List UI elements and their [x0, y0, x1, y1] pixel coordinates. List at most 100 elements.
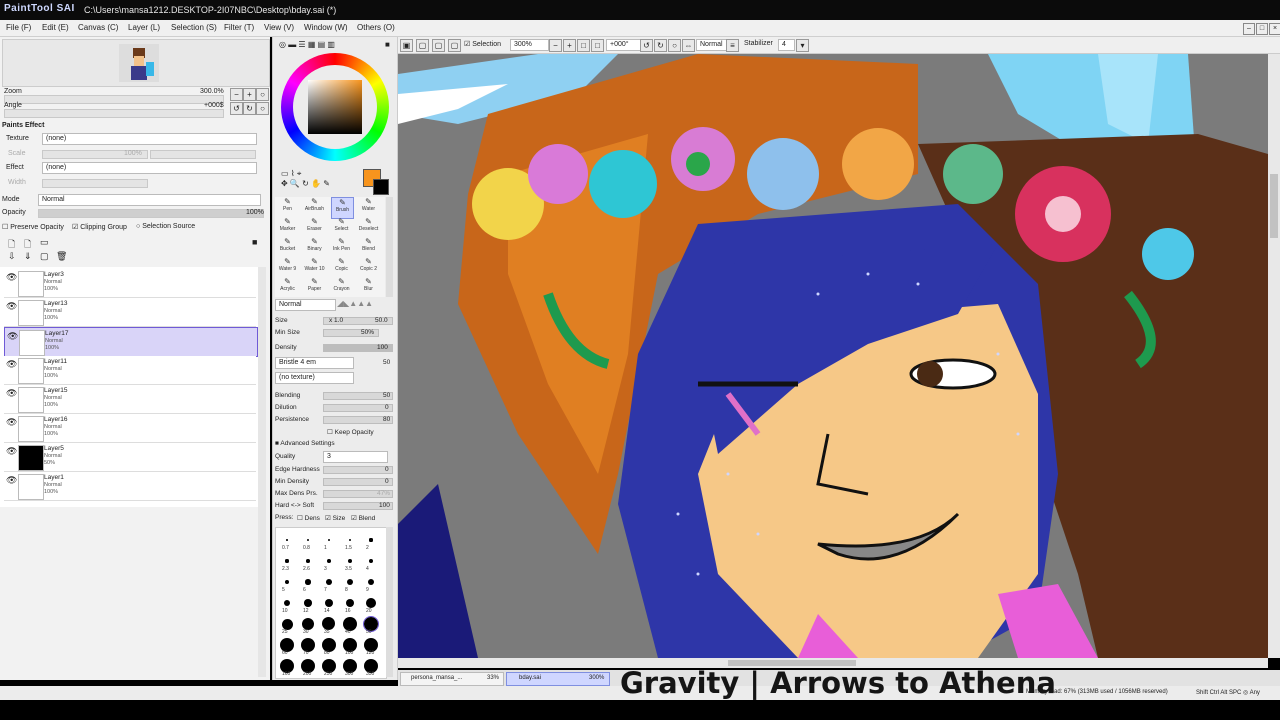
tool-binary[interactable]: ✎ Binary [304, 237, 325, 257]
zoom-reset-icon[interactable]: ○ [256, 88, 269, 101]
tool-blend[interactable]: ✎ Blend [358, 237, 379, 257]
tool-water-9[interactable]: ✎ Water 9 [277, 257, 298, 277]
width-slider[interactable] [42, 179, 148, 188]
canvas-blend-select[interactable]: Normal [696, 39, 727, 51]
layer-row[interactable]: 👁 Layer15 Normal 100% [4, 385, 256, 414]
rotate-right-icon[interactable]: ↻ [243, 102, 256, 115]
menu-canvas[interactable]: Canvas (C) [78, 23, 118, 32]
tool-copic[interactable]: ✎ Copic [331, 257, 352, 277]
open-canvas-icon[interactable]: ▢ [416, 39, 429, 52]
edge-hardness-slider[interactable] [323, 466, 393, 474]
brush-size-dot[interactable] [346, 578, 354, 586]
rotate-reset-toolbar-icon[interactable]: ○ [668, 39, 681, 52]
color-wheel-mode-icon[interactable]: ◎ ▬ ☰ ▦ ▤ ▥ [279, 40, 335, 49]
tool-crayon[interactable]: ✎ Crayon [331, 277, 352, 297]
selection-checkbox[interactable]: ☑ Selection [464, 40, 501, 48]
zoom-out-icon[interactable]: − [230, 88, 243, 101]
flip-icon[interactable]: ⇔ [682, 39, 695, 52]
zoom-slider[interactable] [4, 95, 224, 104]
menu-others[interactable]: Others (O) [357, 23, 395, 32]
tool-airbrush[interactable]: ✎ AirBrush [304, 197, 325, 217]
clipping-group-checkbox[interactable]: ☑ Clipping Group [72, 223, 127, 231]
brush-size-scrollbar[interactable] [386, 527, 393, 677]
brush-size-dot[interactable] [305, 579, 311, 585]
zoom-select[interactable]: 300% [510, 39, 549, 51]
tool-ink-pen[interactable]: ✎ Ink Pen [331, 237, 352, 257]
layer-visibility-icon[interactable]: 👁 [6, 417, 17, 428]
tool-water[interactable]: ✎ Water [358, 197, 379, 217]
minimize-button[interactable]: – [1243, 23, 1255, 35]
press-blend-checkbox[interactable]: ☑ Blend [351, 514, 375, 522]
menu-edit[interactable]: Edit (E) [42, 23, 69, 32]
brush-shape-select[interactable]: Bristle 4 em [275, 357, 354, 369]
menu-selection[interactable]: Selection (S) [171, 23, 217, 32]
brush-size-dot[interactable] [366, 598, 376, 608]
rotate-left-icon[interactable]: ↺ [230, 102, 243, 115]
layer-visibility-icon[interactable]: 👁 [7, 331, 18, 342]
zoom-out-toolbar-icon[interactable]: − [549, 39, 562, 52]
selection-tools-icon[interactable]: ▭ ⌇ ⌖ ✥ 🔍 ↻ ✋ ✎ [281, 169, 351, 193]
layer-visibility-icon[interactable]: 👁 [6, 446, 17, 457]
menu-file[interactable]: File (F) [6, 23, 31, 32]
delete-layer-icon[interactable]: 🗑 [56, 251, 67, 262]
advanced-settings-toggle[interactable]: ■ Advanced Settings [275, 440, 335, 447]
tool-marker[interactable]: ✎ Marker [277, 217, 298, 237]
stabilizer-dropdown-icon[interactable]: ▾ [796, 39, 809, 52]
strength-slider[interactable] [150, 150, 256, 159]
clear-layer-icon[interactable]: ▢ [40, 251, 49, 262]
layer-row[interactable]: 👁 Layer3 Normal 100% [4, 269, 256, 298]
navigator-preview[interactable] [2, 39, 270, 87]
dilution-slider[interactable] [323, 404, 393, 412]
layer-visibility-icon[interactable]: 👁 [6, 272, 17, 283]
tool-bucket[interactable]: ✎ Bucket [277, 237, 298, 257]
brush-blend-select[interactable]: Normal [275, 299, 336, 311]
brush-size-dot[interactable] [285, 559, 289, 563]
tool-deselect[interactable]: ✎ Deselect [358, 217, 379, 237]
brush-size-dot[interactable] [324, 598, 334, 608]
brush-size-dot[interactable] [284, 579, 290, 585]
keep-opacity-checkbox[interactable]: ☐ Keep Opacity [327, 428, 374, 436]
brush-size-dot[interactable] [286, 539, 288, 541]
brush-size-dot[interactable] [347, 558, 353, 564]
zoom-actual-icon[interactable]: □ [591, 39, 604, 52]
merge-down-icon[interactable]: ⇓ [24, 251, 32, 262]
brush-tip-shape-icons[interactable]: ◢◣▲▲▲ [337, 299, 373, 308]
menu-filter[interactable]: Filter (T) [224, 23, 254, 32]
undo-icon[interactable]: ▢ [448, 39, 461, 52]
brush-size-dot[interactable] [304, 599, 312, 607]
layer-row[interactable]: 👁 Layer17 Normal 100% [4, 327, 258, 357]
tool-brush[interactable]: ✎ Brush [331, 197, 354, 219]
tool-eraser[interactable]: ✎ Eraser [304, 217, 325, 237]
layer-panel-toggle-icon[interactable]: ■ [252, 237, 257, 247]
secondary-color-swatch[interactable] [373, 179, 389, 195]
transfer-down-icon[interactable]: ⇩ [8, 251, 16, 262]
quality-select[interactable]: 3 [323, 451, 388, 463]
effect-select[interactable]: (none) [42, 162, 257, 174]
tool-paper[interactable]: ✎ Paper [304, 277, 325, 297]
tool-select[interactable]: ✎ Select [331, 217, 352, 237]
preserve-opacity-checkbox[interactable]: ☐ Preserve Opacity [2, 223, 64, 231]
zoom-in-toolbar-icon[interactable]: + [563, 39, 576, 52]
maximize-button[interactable]: □ [1256, 23, 1268, 35]
rotate-cw-icon[interactable]: ↻ [654, 39, 667, 52]
angle-slider[interactable] [4, 109, 224, 118]
layer-row[interactable]: 👁 Layer16 Normal 100% [4, 414, 256, 443]
layer-row[interactable]: 👁 Layer5 Normal 50% [4, 443, 256, 472]
brush-size-dot[interactable] [307, 539, 309, 541]
new-folder-icon[interactable]: ▭ [40, 237, 49, 248]
brush-size-dot[interactable] [306, 559, 310, 563]
color-panel-toggle-icon[interactable]: ■ [385, 40, 390, 49]
canvas-area[interactable] [398, 54, 1268, 658]
menu-window[interactable]: Window (W) [304, 23, 348, 32]
brush-size-dot[interactable] [281, 618, 293, 630]
tool-acrylic[interactable]: ✎ Acrylic [277, 277, 298, 297]
brush-size-dot[interactable] [326, 579, 332, 585]
tool-blur[interactable]: ✎ Blur [358, 277, 379, 297]
min-density-slider[interactable] [323, 478, 393, 486]
layer-row[interactable]: 👁 Layer11 Normal 100% [4, 356, 256, 385]
size-multiplier[interactable]: x 1.0 [329, 317, 343, 324]
color-wheel[interactable] [281, 53, 389, 161]
brush-size-dot[interactable] [327, 559, 331, 563]
tool-grid-scrollbar[interactable] [386, 197, 393, 297]
tab-persona[interactable]: persona_mansa_... 33% [400, 672, 504, 686]
